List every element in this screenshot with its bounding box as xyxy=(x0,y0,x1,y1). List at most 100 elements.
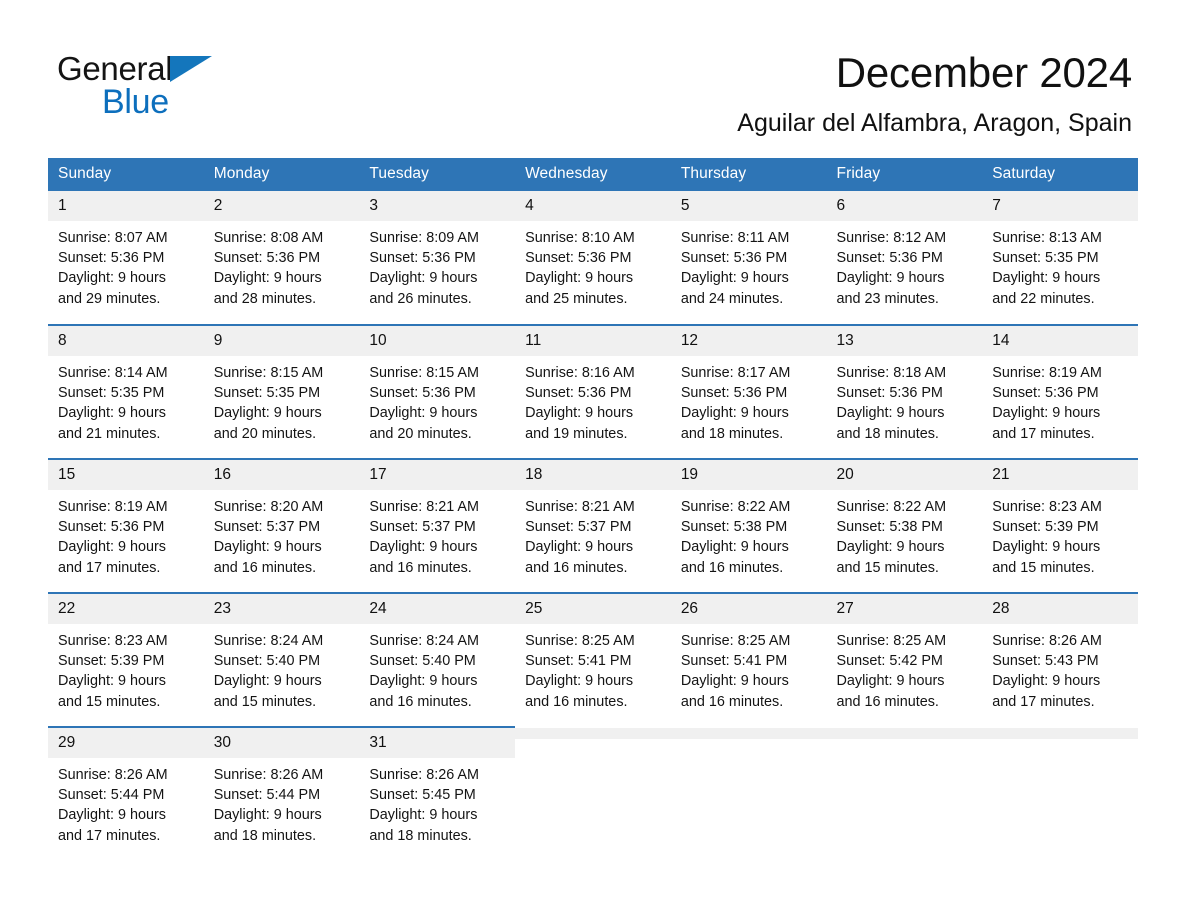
day-number: 21 xyxy=(982,460,1138,490)
daylight-text-line1: Daylight: 9 hours xyxy=(58,539,166,556)
day-info: Sunrise: 8:15 AM Sunset: 5:36 PM Dayligh… xyxy=(359,356,515,444)
weekday-header-saturday: Saturday xyxy=(982,158,1138,191)
day-cell[interactable]: 3 Sunrise: 8:09 AM Sunset: 5:36 PM Dayli… xyxy=(359,191,516,325)
day-info: Sunrise: 8:24 AM Sunset: 5:40 PM Dayligh… xyxy=(204,624,360,712)
daylight-text-line1: Daylight: 9 hours xyxy=(213,673,322,690)
daylight-text-line2: and 26 minutes. xyxy=(369,290,472,307)
day-cell[interactable]: 21 Sunrise: 8:23 AM Sunset: 5:39 PM Dayl… xyxy=(982,458,1138,593)
daylight-text-line2: and 16 minutes. xyxy=(525,559,628,576)
day-cell[interactable]: 7 Sunrise: 8:13 AM Sunset: 5:35 PM Dayli… xyxy=(982,191,1138,325)
daylight-text-line2: and 24 minutes. xyxy=(680,290,784,307)
day-info: Sunrise: 8:20 AM Sunset: 5:37 PM Dayligh… xyxy=(204,490,360,578)
day-cell[interactable]: 29 Sunrise: 8:26 AM Sunset: 5:44 PM Dayl… xyxy=(48,726,204,861)
daylight-text-line1: Daylight: 9 hours xyxy=(58,807,166,824)
day-cell[interactable]: 13 Sunrise: 8:18 AM Sunset: 5:36 PM Dayl… xyxy=(826,324,983,459)
day-number: 19 xyxy=(670,460,827,490)
sunset-text: Sunset: 5:37 PM xyxy=(525,519,632,536)
day-cell[interactable]: 20 Sunrise: 8:22 AM Sunset: 5:38 PM Dayl… xyxy=(826,458,983,593)
calendar-page: General Blue December 2024 Aguilar del A… xyxy=(0,0,1188,918)
weekday-header-thursday: Thursday xyxy=(670,158,827,191)
day-number: 11 xyxy=(515,326,671,356)
day-cell[interactable]: 8 Sunrise: 8:14 AM Sunset: 5:35 PM Dayli… xyxy=(48,324,204,459)
day-info: Sunrise: 8:07 AM Sunset: 5:36 PM Dayligh… xyxy=(48,221,204,309)
day-info: Sunrise: 8:15 AM Sunset: 5:35 PM Dayligh… xyxy=(204,356,360,444)
day-cell[interactable]: 26 Sunrise: 8:25 AM Sunset: 5:41 PM Dayl… xyxy=(670,592,827,727)
day-number: 5 xyxy=(670,191,827,221)
day-cell[interactable]: 16 Sunrise: 8:20 AM Sunset: 5:37 PM Dayl… xyxy=(203,458,360,593)
sunrise-text: Sunrise: 8:22 AM xyxy=(680,499,791,515)
sunrise-text: Sunrise: 8:24 AM xyxy=(213,633,324,649)
day-cell[interactable]: 4 Sunrise: 8:10 AM Sunset: 5:36 PM Dayli… xyxy=(515,191,671,325)
day-cell[interactable]: 9 Sunrise: 8:15 AM Sunset: 5:35 PM Dayli… xyxy=(203,324,360,459)
day-info: Sunrise: 8:12 AM Sunset: 5:36 PM Dayligh… xyxy=(827,221,983,309)
daylight-text-line1: Daylight: 9 hours xyxy=(836,405,945,422)
day-number: 1 xyxy=(48,191,204,221)
day-cell[interactable]: 28 Sunrise: 8:26 AM Sunset: 5:43 PM Dayl… xyxy=(982,592,1138,727)
sunrise-text: Sunrise: 8:09 AM xyxy=(369,230,479,246)
day-cell[interactable]: 15 Sunrise: 8:19 AM Sunset: 5:36 PM Dayl… xyxy=(48,458,204,593)
day-cell[interactable]: 31 Sunrise: 8:26 AM Sunset: 5:45 PM Dayl… xyxy=(359,726,516,861)
sunset-text: Sunset: 5:35 PM xyxy=(992,250,1099,267)
logo-text-blue: Blue xyxy=(102,83,169,121)
day-cell[interactable]: 22 Sunrise: 8:23 AM Sunset: 5:39 PM Dayl… xyxy=(48,592,204,727)
sunrise-text: Sunrise: 8:26 AM xyxy=(369,767,479,783)
day-cell[interactable]: 19 Sunrise: 8:22 AM Sunset: 5:38 PM Dayl… xyxy=(670,458,827,593)
sunset-text: Sunset: 5:45 PM xyxy=(369,787,476,804)
daylight-text-line2: and 23 minutes. xyxy=(836,290,939,307)
sunset-text: Sunset: 5:36 PM xyxy=(213,250,321,267)
sunrise-sunset-calendar: Sunday Monday Tuesday Wednesday Thursday… xyxy=(48,158,1138,861)
daylight-text-line2: and 18 minutes. xyxy=(680,425,784,442)
daylight-text-line1: Daylight: 9 hours xyxy=(680,405,789,422)
day-number: 28 xyxy=(982,594,1138,624)
day-info: Sunrise: 8:14 AM Sunset: 5:35 PM Dayligh… xyxy=(48,356,204,444)
weekday-header-wednesday: Wednesday xyxy=(515,158,671,191)
sunrise-text: Sunrise: 8:08 AM xyxy=(213,230,324,246)
day-cell[interactable]: 24 Sunrise: 8:24 AM Sunset: 5:40 PM Dayl… xyxy=(359,592,516,727)
daylight-text-line2: and 15 minutes. xyxy=(58,693,161,710)
day-cell[interactable]: 6 Sunrise: 8:12 AM Sunset: 5:36 PM Dayli… xyxy=(826,191,983,325)
daylight-text-line1: Daylight: 9 hours xyxy=(836,539,945,556)
sunrise-text: Sunrise: 8:16 AM xyxy=(525,365,635,381)
day-info: Sunrise: 8:26 AM Sunset: 5:43 PM Dayligh… xyxy=(982,624,1138,712)
daylight-text-line2: and 19 minutes. xyxy=(525,425,628,442)
sunset-text: Sunset: 5:39 PM xyxy=(58,653,165,670)
day-cell-empty xyxy=(515,727,671,861)
day-cell[interactable]: 17 Sunrise: 8:21 AM Sunset: 5:37 PM Dayl… xyxy=(359,458,516,593)
day-info: Sunrise: 8:10 AM Sunset: 5:36 PM Dayligh… xyxy=(515,221,671,309)
day-cell[interactable]: 12 Sunrise: 8:17 AM Sunset: 5:36 PM Dayl… xyxy=(670,324,827,459)
sunset-text: Sunset: 5:40 PM xyxy=(213,653,321,670)
sunrise-text: Sunrise: 8:26 AM xyxy=(992,633,1102,649)
day-info: Sunrise: 8:26 AM Sunset: 5:44 PM Dayligh… xyxy=(204,758,360,846)
week-row: 15 Sunrise: 8:19 AM Sunset: 5:36 PM Dayl… xyxy=(48,458,1138,593)
weekday-header-tuesday: Tuesday xyxy=(359,158,516,191)
daylight-text-line1: Daylight: 9 hours xyxy=(992,673,1101,690)
sunrise-text: Sunrise: 8:25 AM xyxy=(680,633,791,649)
sunset-text: Sunset: 5:36 PM xyxy=(836,385,943,402)
daylight-text-line1: Daylight: 9 hours xyxy=(58,673,166,690)
sunrise-text: Sunrise: 8:19 AM xyxy=(992,365,1102,381)
day-number: 25 xyxy=(515,594,671,624)
sunset-text: Sunset: 5:44 PM xyxy=(58,787,165,804)
day-number: 18 xyxy=(515,460,671,490)
day-cell[interactable]: 25 Sunrise: 8:25 AM Sunset: 5:41 PM Dayl… xyxy=(515,592,671,727)
daylight-text-line1: Daylight: 9 hours xyxy=(836,673,945,690)
daylight-text-line1: Daylight: 9 hours xyxy=(992,405,1101,422)
sunset-text: Sunset: 5:36 PM xyxy=(680,385,788,402)
week-row: 29 Sunrise: 8:26 AM Sunset: 5:44 PM Dayl… xyxy=(48,726,1138,861)
day-cell[interactable]: 30 Sunrise: 8:26 AM Sunset: 5:44 PM Dayl… xyxy=(203,726,360,861)
day-cell[interactable]: 14 Sunrise: 8:19 AM Sunset: 5:36 PM Dayl… xyxy=(982,324,1138,459)
daylight-text-line1: Daylight: 9 hours xyxy=(213,405,322,422)
day-cell[interactable]: 11 Sunrise: 8:16 AM Sunset: 5:36 PM Dayl… xyxy=(515,324,671,459)
day-cell[interactable]: 18 Sunrise: 8:21 AM Sunset: 5:37 PM Dayl… xyxy=(515,458,671,593)
day-cell[interactable]: 2 Sunrise: 8:08 AM Sunset: 5:36 PM Dayli… xyxy=(203,191,360,325)
daylight-text-line2: and 16 minutes. xyxy=(680,693,784,710)
day-cell[interactable]: 27 Sunrise: 8:25 AM Sunset: 5:42 PM Dayl… xyxy=(826,592,983,727)
day-cell[interactable]: 5 Sunrise: 8:11 AM Sunset: 5:36 PM Dayli… xyxy=(670,191,827,325)
day-info: Sunrise: 8:25 AM Sunset: 5:41 PM Dayligh… xyxy=(671,624,827,712)
day-number: 4 xyxy=(515,191,671,221)
daylight-text-line2: and 16 minutes. xyxy=(836,693,939,710)
day-cell[interactable]: 23 Sunrise: 8:24 AM Sunset: 5:40 PM Dayl… xyxy=(203,592,360,727)
sunrise-text: Sunrise: 8:10 AM xyxy=(525,230,635,246)
day-cell[interactable]: 1 Sunrise: 8:07 AM Sunset: 5:36 PM Dayli… xyxy=(48,191,204,325)
day-cell[interactable]: 10 Sunrise: 8:15 AM Sunset: 5:36 PM Dayl… xyxy=(359,324,516,459)
